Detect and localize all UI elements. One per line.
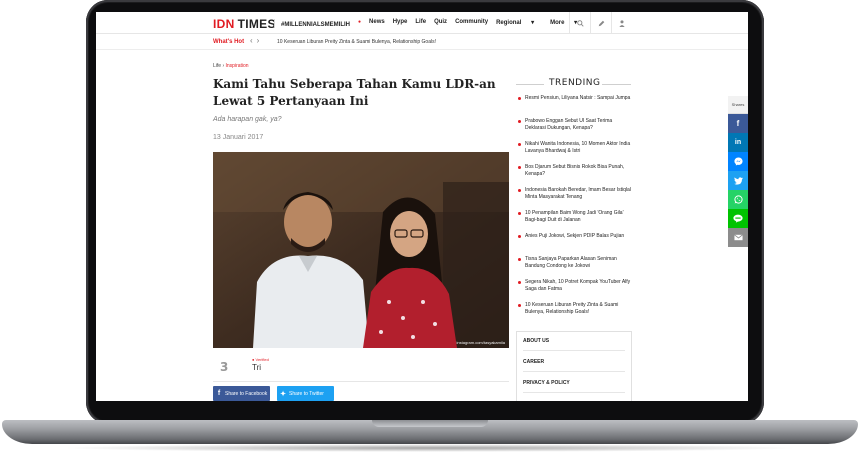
nav-item-news[interactable]: News: [369, 19, 385, 28]
browser-screen: IDN TIMES #MILLENNIALSMEMILIH ● News Hype …: [96, 12, 748, 401]
whats-hot-bar: What's Hot ‹› 10 Keseruan Liburan Preity…: [96, 34, 748, 50]
trending-item[interactable]: Anies Puji Jokowi, Sekjen PDIP Balas Puj…: [516, 233, 632, 248]
share-twitter-label: Share to Twitter: [289, 390, 324, 397]
trending-item[interactable]: Indonesia Barokah Beredar, Imam Besar Is…: [516, 187, 632, 202]
hot-headline-link[interactable]: 10 Keseruan Liburan Preity Zinta & Suami…: [277, 39, 436, 45]
nav-item-quiz[interactable]: Quiz: [434, 19, 447, 28]
breadcrumb-section[interactable]: Life: [213, 63, 221, 69]
header-actions: [569, 12, 632, 34]
footer-link-about[interactable]: ABOUT US: [523, 338, 549, 344]
linkedin-icon[interactable]: in: [728, 133, 748, 152]
site-logo[interactable]: IDN TIMES: [213, 17, 276, 31]
article-title: Kami Tahu Seberapa Tahan Kamu LDR-an Lew…: [213, 77, 496, 108]
share-facebook-button[interactable]: f Share to Facebook: [213, 386, 270, 401]
trending-item[interactable]: 10 Keseruan Liburan Preity Zinta & Suami…: [516, 302, 632, 317]
twitter-icon: ✦: [280, 390, 286, 398]
article-hero-image: instagram.com/tasyakamila: [213, 152, 509, 348]
trending-item[interactable]: Nikahi Wanita Indonesia, 10 Momen Aktor …: [516, 141, 632, 156]
article-subtitle: Ada harapan gak, ya?: [213, 116, 282, 123]
pencil-icon[interactable]: [590, 12, 611, 34]
svg-text:3: 3: [220, 360, 228, 373]
facebook-icon[interactable]: f: [728, 114, 748, 133]
email-icon[interactable]: [728, 228, 748, 247]
footer-link-career[interactable]: CAREER: [523, 359, 544, 365]
breadcrumb: Life › Inspiration: [213, 63, 249, 69]
laptop-mockup: IDN TIMES #MILLENNIALSMEMILIH ● News Hype …: [0, 0, 860, 475]
divider: [523, 392, 625, 393]
divider: [523, 371, 625, 372]
search-icon[interactable]: [569, 12, 590, 34]
heading-rule-left: [516, 84, 544, 85]
top-navbar: IDN TIMES #MILLENNIALSMEMILIH ● News Hype …: [96, 12, 748, 34]
nav-label: Regional: [496, 20, 522, 26]
laptop-notch: [372, 420, 488, 427]
divider: [213, 381, 509, 382]
main-nav: #MILLENNIALSMEMILIH ● News Hype Life Quiz…: [274, 19, 593, 28]
heading-rule-right: [602, 84, 631, 85]
nav-label: #MILLENNIALSMEMILIH: [281, 22, 350, 28]
chevron-right-icon[interactable]: ›: [257, 36, 264, 45]
share-facebook-label: Share to Facebook: [225, 390, 268, 397]
trending-item[interactable]: 10 Penampilan Baim Wong Jadi 'Orang Gila…: [516, 210, 632, 225]
trending-item[interactable]: Prabowo Enggan Sebut UI Saat Terima Dekl…: [516, 118, 632, 133]
trending-item[interactable]: Segera Nikah, 10 Potret Kompak YouTuber …: [516, 279, 632, 294]
user-icon[interactable]: [611, 12, 632, 34]
logo-times: TIMES: [237, 17, 276, 31]
logo-idn: IDN: [213, 17, 235, 31]
nav-item-regional[interactable]: Regional ▾: [496, 19, 542, 28]
verified-badge: ● Verified: [252, 357, 269, 362]
footer-links-box: ABOUT US CAREER PRIVACY & POLICY: [516, 331, 632, 401]
hot-nav-arrows: ‹›: [250, 36, 263, 45]
nav-item-millennials[interactable]: #MILLENNIALSMEMILIH ●: [274, 19, 361, 28]
chevron-left-icon[interactable]: ‹: [250, 36, 257, 45]
laptop-shadow: [60, 444, 800, 452]
floating-share-rail: Shares f in: [728, 96, 748, 247]
line-icon[interactable]: [728, 209, 748, 228]
author-name[interactable]: Tri: [252, 363, 261, 372]
trending-title: TRENDING: [549, 78, 601, 88]
trending-item[interactable]: Resmi Pensiun, Liliyana Natsir : Sampai …: [516, 95, 632, 110]
nav-item-community[interactable]: Community: [455, 19, 488, 28]
footer-link-privacy[interactable]: PRIVACY & POLICY: [523, 380, 570, 386]
author-avatar[interactable]: 3: [215, 357, 233, 375]
nav-item-hype[interactable]: Hype: [393, 19, 408, 28]
breadcrumb-separator: ›: [222, 63, 225, 69]
nav-badge-dot: ●: [358, 19, 362, 25]
trending-list: Resmi Pensiun, Liliyana Natsir : Sampai …: [516, 95, 632, 325]
photo-credit: instagram.com/tasyakamila: [456, 340, 505, 345]
divider: [523, 350, 625, 351]
messenger-icon[interactable]: [728, 152, 748, 171]
hero-photo-illustration: [213, 152, 509, 348]
whats-hot-label: What's Hot: [213, 39, 245, 45]
chevron-down-icon: ▾: [531, 20, 535, 26]
article-date: 13 Januari 2017: [213, 134, 264, 141]
nav-label: More: [550, 20, 565, 26]
trending-item[interactable]: Bos Djarum Sebut Bisnis Rokok Bisa Punah…: [516, 164, 632, 179]
breadcrumb-category[interactable]: Inspiration: [226, 63, 249, 69]
twitter-icon[interactable]: [728, 171, 748, 190]
nav-item-life[interactable]: Life: [415, 19, 426, 28]
share-rail-label: Shares: [728, 96, 748, 114]
whatsapp-icon[interactable]: [728, 190, 748, 209]
trending-item[interactable]: Tisna Sanjaya Paparkan Alasan Seniman Ba…: [516, 256, 632, 271]
facebook-icon: f: [217, 390, 221, 397]
trending-heading: TRENDING: [516, 78, 631, 90]
share-twitter-button[interactable]: ✦ Share to Twitter: [277, 386, 334, 401]
